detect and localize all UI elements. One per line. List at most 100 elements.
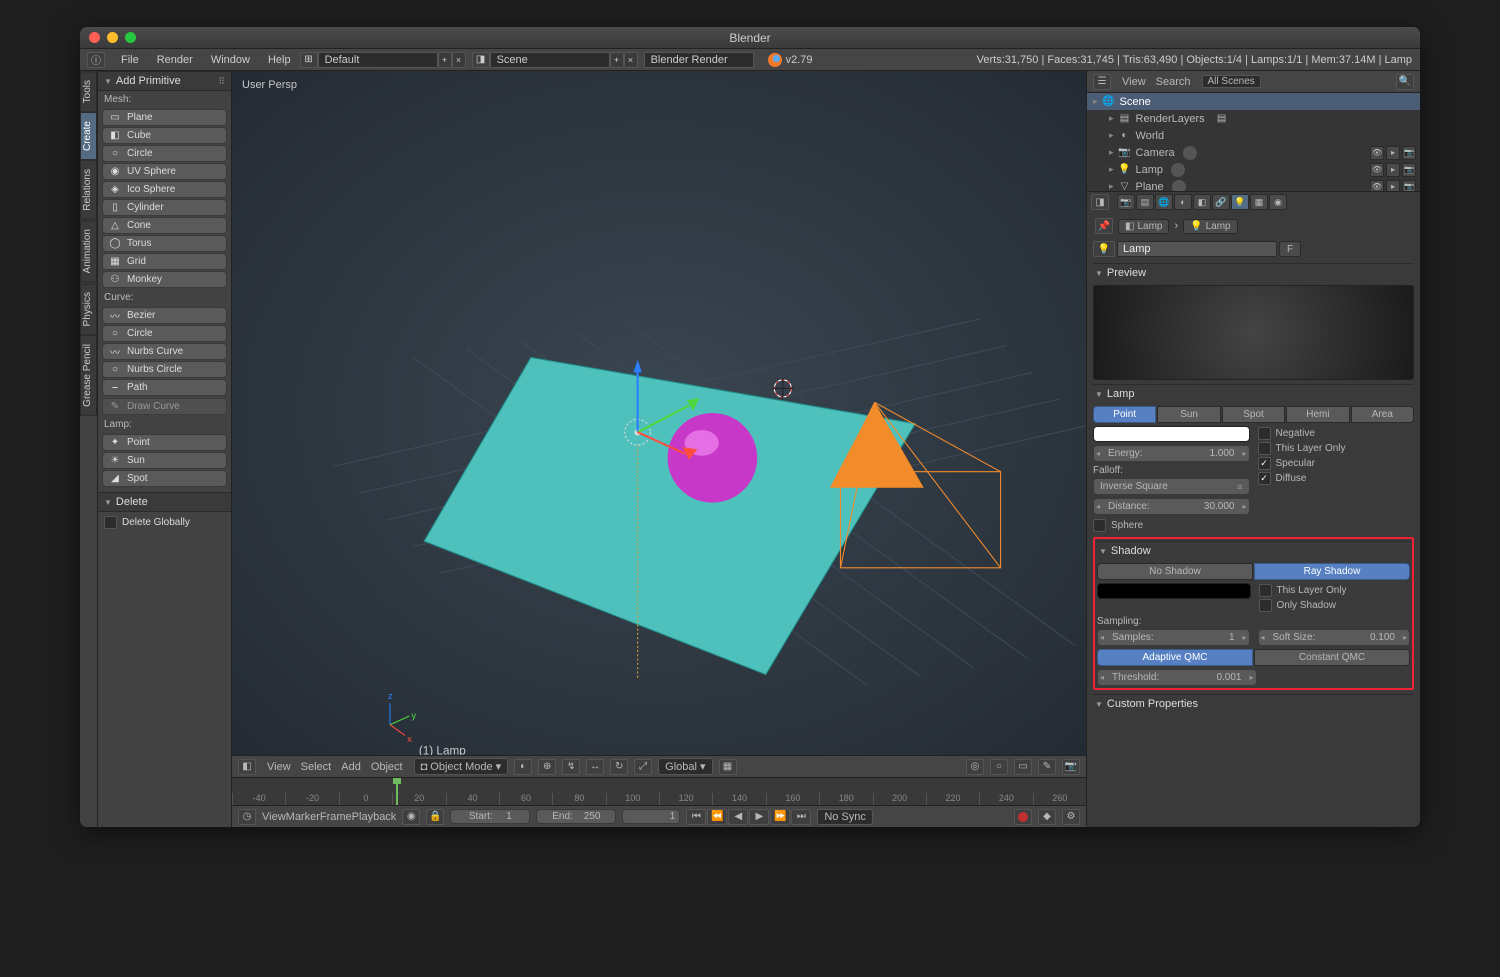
jump-start-icon[interactable]: ⏮ xyxy=(686,809,706,825)
menu-window[interactable]: Window xyxy=(202,51,259,69)
info-editor-icon[interactable]: ⓘ xyxy=(87,52,105,68)
layout-dropdown[interactable]: Default xyxy=(318,52,438,68)
constant-qmc-button[interactable]: Constant QMC xyxy=(1254,649,1410,666)
mesh-monkey-button[interactable]: ⚇Monkey xyxy=(102,271,227,288)
outliner-filter-dropdown[interactable]: All Scenes xyxy=(1202,75,1261,88)
tab-physics[interactable]: Physics xyxy=(80,283,97,335)
manip-translate-icon[interactable]: ↔ xyxy=(586,759,604,775)
negative-checkbox[interactable] xyxy=(1258,427,1271,440)
mesh-plane-button[interactable]: ▭Plane xyxy=(102,109,227,126)
keying-menu-icon[interactable]: ⚙ xyxy=(1062,809,1080,825)
lamp-name-input[interactable] xyxy=(1117,241,1277,257)
soft-size-field[interactable]: Soft Size:0.100 xyxy=(1258,629,1411,646)
tab-animation[interactable]: Animation xyxy=(80,220,97,282)
curve-bezier-button[interactable]: 〰Bezier xyxy=(102,307,227,324)
delete-header[interactable]: Delete xyxy=(98,492,231,512)
3d-viewport[interactable]: User Persp xyxy=(232,71,1086,755)
tl-menu-frame[interactable]: Frame xyxy=(320,811,352,823)
specular-checkbox[interactable] xyxy=(1258,457,1271,470)
layout-del[interactable]: × xyxy=(452,52,466,68)
scene-add[interactable]: + xyxy=(610,52,624,68)
mesh-cone-button[interactable]: △Cone xyxy=(102,217,227,234)
vp-menu-select[interactable]: Select xyxy=(296,761,337,773)
pin-icon[interactable]: 📌 xyxy=(1095,218,1113,234)
layout-add[interactable]: + xyxy=(438,52,452,68)
scene-del[interactable]: × xyxy=(624,52,638,68)
mesh-cube-button[interactable]: ◧Cube xyxy=(102,127,227,144)
tab-physics[interactable]: ◉ xyxy=(1269,194,1287,210)
tl-menu-view[interactable]: View xyxy=(262,811,286,823)
outliner-row-lamp[interactable]: ▸💡Lamp👁▸📷 xyxy=(1087,161,1420,178)
render-engine-dropdown[interactable]: Blender Render xyxy=(644,52,754,68)
mesh-torus-button[interactable]: ◯Torus xyxy=(102,235,227,252)
start-field[interactable]: Start:1 xyxy=(450,809,530,824)
layer-only-checkbox[interactable] xyxy=(1258,442,1271,455)
current-frame-field[interactable]: 1 xyxy=(622,809,680,824)
ol-menu-view[interactable]: View xyxy=(1117,76,1151,88)
tab-relations[interactable]: Relations xyxy=(80,160,97,220)
vp-menu-object[interactable]: Object xyxy=(366,761,408,773)
orientation-dropdown[interactable]: Global ▾ xyxy=(658,758,712,775)
outliner-row-plane[interactable]: ▸▽Plane👁▸📷 xyxy=(1087,178,1420,191)
shadow-color-field[interactable] xyxy=(1097,583,1251,599)
no-shadow-button[interactable]: No Shadow xyxy=(1097,563,1253,580)
lamp-type-spot[interactable]: Spot xyxy=(1222,406,1285,423)
tab-data[interactable]: 💡 xyxy=(1231,194,1249,210)
draw-curve-button[interactable]: ✎Draw Curve xyxy=(102,398,227,415)
curve-path-button[interactable]: ⎯Path xyxy=(102,379,227,396)
prop-editor-icon[interactable]: ◨ xyxy=(1091,194,1109,210)
falloff-dropdown[interactable]: Inverse Square xyxy=(1093,478,1250,495)
lamp-type-point[interactable]: Point xyxy=(1093,406,1156,423)
datablock-icon[interactable]: 💡 xyxy=(1093,241,1115,257)
keyframe-prev-icon[interactable]: ⏪ xyxy=(707,809,727,825)
tab-world[interactable]: ◐ xyxy=(1174,194,1192,210)
outliner[interactable]: ▸🌐Scene▸▤RenderLayers▤▸◐World▸📷Camera👁▸📷… xyxy=(1087,93,1420,191)
mesh-circle-button[interactable]: ○Circle xyxy=(102,145,227,162)
lock-icon[interactable]: 🔒 xyxy=(426,809,444,825)
tab-create[interactable]: Create xyxy=(80,112,97,160)
add-primitive-header[interactable]: Add Primitive⠿ xyxy=(98,71,231,91)
lamp-type-sun[interactable]: Sun xyxy=(1157,406,1220,423)
mesh-grid-button[interactable]: ▦Grid xyxy=(102,253,227,270)
tab-object[interactable]: ◧ xyxy=(1193,194,1211,210)
custom-props-header[interactable]: Custom Properties xyxy=(1093,694,1414,713)
lamp-type-hemi[interactable]: Hemi xyxy=(1286,406,1349,423)
pivot-icon[interactable]: ⊕ xyxy=(538,759,556,775)
scene-dropdown[interactable]: Scene xyxy=(490,52,610,68)
ray-shadow-button[interactable]: Ray Shadow xyxy=(1254,563,1410,580)
bc-object[interactable]: ◧ Lamp xyxy=(1118,219,1169,234)
proportional-icon[interactable]: ○ xyxy=(990,759,1008,775)
timeline-editor-icon[interactable]: ◷ xyxy=(238,809,256,825)
outliner-row-world[interactable]: ▸◐World xyxy=(1087,127,1420,144)
timeline[interactable]: -40-200204060801001201401601802002202402… xyxy=(232,777,1086,805)
curve-circle-button[interactable]: ○Circle xyxy=(102,325,227,342)
shadow-header[interactable]: Shadow xyxy=(1097,541,1410,560)
manip-rotate-icon[interactable]: ↻ xyxy=(610,759,628,775)
render-border-icon[interactable]: ▭ xyxy=(1014,759,1032,775)
tab-tools[interactable]: Tools xyxy=(80,71,97,112)
outliner-editor-icon[interactable]: ☰ xyxy=(1093,74,1111,90)
energy-field[interactable]: Energy:1.000 xyxy=(1093,445,1250,462)
lamp-type-area[interactable]: Area xyxy=(1351,406,1414,423)
ol-menu-search[interactable]: Search xyxy=(1151,76,1196,88)
play-reverse-icon[interactable]: ◀ xyxy=(728,809,748,825)
mesh-cylinder-button[interactable]: ▯Cylinder xyxy=(102,199,227,216)
tl-menu-marker[interactable]: Marker xyxy=(286,811,320,823)
adaptive-qmc-button[interactable]: Adaptive QMC xyxy=(1097,649,1253,666)
curve-nurbs-curve-button[interactable]: 〰Nurbs Curve xyxy=(102,343,227,360)
gpencil-icon[interactable]: ✎ xyxy=(1038,759,1056,775)
keying-set-icon[interactable]: ◆ xyxy=(1038,809,1056,825)
lamp-color-field[interactable] xyxy=(1093,426,1250,442)
threshold-field[interactable]: Threshold:0.001 xyxy=(1097,669,1257,686)
tab-layers[interactable]: ▤ xyxy=(1136,194,1154,210)
search-icon[interactable]: 🔍 xyxy=(1396,74,1414,90)
keyframe-next-icon[interactable]: ⏩ xyxy=(770,809,790,825)
manipulator-icon[interactable]: ↯ xyxy=(562,759,580,775)
tab-scene[interactable]: 🌐 xyxy=(1155,194,1173,210)
shadow-layer-checkbox[interactable] xyxy=(1259,584,1272,597)
only-shadow-checkbox[interactable] xyxy=(1259,599,1272,612)
preview-header[interactable]: Preview xyxy=(1093,263,1414,282)
distance-field[interactable]: Distance:30.000 xyxy=(1093,498,1250,515)
editor-type-icon[interactable]: ◧ xyxy=(238,759,256,775)
mesh-ico-sphere-button[interactable]: ◈Ico Sphere xyxy=(102,181,227,198)
